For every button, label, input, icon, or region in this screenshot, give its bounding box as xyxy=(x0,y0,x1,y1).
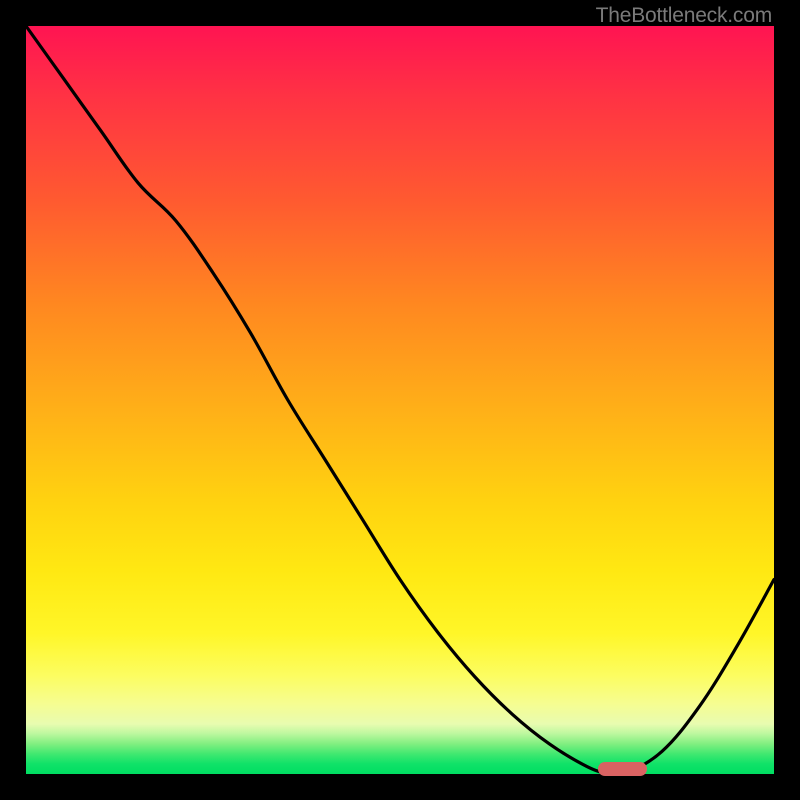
curve-svg xyxy=(26,26,774,774)
watermark-text: TheBottleneck.com xyxy=(596,4,772,28)
optimal-range-marker xyxy=(598,762,647,776)
bottleneck-curve xyxy=(26,26,774,776)
